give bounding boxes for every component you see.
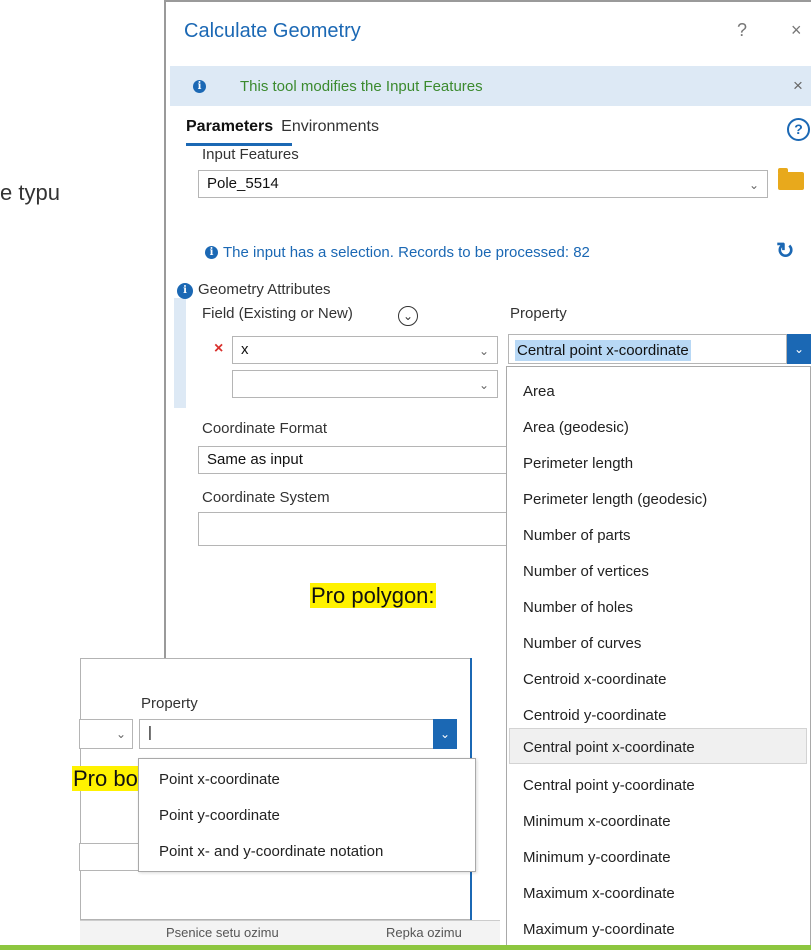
close-button[interactable]: × xyxy=(791,20,802,41)
help-circle-icon[interactable]: ? xyxy=(787,118,810,141)
dropdown-option[interactable]: Maximum x-coordinate xyxy=(523,885,675,902)
help-button[interactable]: ? xyxy=(737,20,747,41)
dropdown-option[interactable]: Perimeter length (geodesic) xyxy=(523,491,707,508)
slide-partial-text: e typu xyxy=(0,180,60,205)
chevron-down-icon[interactable]: ⌄ xyxy=(479,344,489,358)
geometry-attributes-label: Geometry Attributes xyxy=(198,281,331,298)
dropdown-option[interactable]: Area (geodesic) xyxy=(523,419,629,436)
chevron-down-circle-icon[interactable]: ⌄ xyxy=(398,306,418,326)
footer-accent-line xyxy=(0,945,811,950)
chevron-down-icon[interactable]: ⌄ xyxy=(749,178,759,192)
geometry-attributes-indicator xyxy=(174,298,186,408)
dropdown-option[interactable]: Perimeter length xyxy=(523,455,633,472)
field-input-row2[interactable]: ⌄ xyxy=(232,370,498,398)
column-header: Repka ozimu xyxy=(386,925,462,940)
field-input-partial[interactable]: ⌄ xyxy=(79,719,133,749)
chevron-down-icon[interactable]: ⌄ xyxy=(116,727,126,741)
remove-row-icon[interactable]: × xyxy=(214,340,223,358)
coordinate-format-label: Coordinate Format xyxy=(202,420,328,437)
dropdown-option[interactable]: Minimum y-coordinate xyxy=(523,849,671,866)
dropdown-option[interactable]: Number of holes xyxy=(523,599,633,616)
dropdown-option[interactable]: Area xyxy=(523,383,555,400)
info-close-icon[interactable]: × xyxy=(793,76,803,96)
polygon-property-dropdown[interactable]: Area Area (geodesic) Perimeter length Pe… xyxy=(506,366,811,950)
info-icon: i xyxy=(205,246,218,259)
coordinate-system-label: Coordinate System xyxy=(202,489,330,506)
point-property-dropdown[interactable]: Point x-coordinate Point y-coordinate Po… xyxy=(138,758,476,872)
tab-bar: Parameters Environments xyxy=(186,118,379,136)
info-icon: i xyxy=(177,283,193,299)
dropdown-option[interactable]: Centroid x-coordinate xyxy=(523,671,666,688)
input-features-label: Input Features xyxy=(202,146,299,163)
dropdown-option[interactable]: Point x-coordinate xyxy=(159,771,280,788)
field-column-header: Field (Existing or New) xyxy=(202,305,353,322)
property-select-point[interactable]: | xyxy=(139,719,435,749)
field-input-row1[interactable]: x ⌄ xyxy=(232,336,498,364)
chevron-down-icon[interactable]: ⌄ xyxy=(433,719,457,749)
dropdown-option[interactable]: Number of vertices xyxy=(523,563,649,580)
property-column-header: Property xyxy=(141,695,198,712)
coordinate-format-select[interactable]: Same as input xyxy=(198,446,508,474)
info-bar-text: This tool modifies the Input Features xyxy=(240,78,483,95)
folder-icon[interactable] xyxy=(778,168,804,190)
coordinate-system-field[interactable] xyxy=(198,512,508,546)
info-icon: i xyxy=(193,80,206,93)
dialog-title: Calculate Geometry xyxy=(184,20,361,42)
column-header: Psenice setu ozimu xyxy=(166,925,279,940)
dropdown-option[interactable]: Central point y-coordinate xyxy=(523,777,695,794)
dropdown-option[interactable]: Number of parts xyxy=(523,527,631,544)
selection-note: The input has a selection. Records to be… xyxy=(223,244,590,261)
table-header-partial: Psenice setu ozimu Repka ozimu xyxy=(80,920,500,947)
dropdown-option[interactable]: Maximum y-coordinate xyxy=(523,921,675,938)
dropdown-option[interactable]: Central point x-coordinate xyxy=(523,739,695,756)
property-select-row1[interactable]: Central point x-coordinate xyxy=(508,334,787,364)
input-features-field[interactable]: Pole_5514 ⌄ xyxy=(198,170,768,198)
partial-field[interactable] xyxy=(79,843,139,871)
dropdown-option[interactable]: Point x- and y-coordinate notation xyxy=(159,843,383,860)
chevron-down-icon[interactable]: ⌄ xyxy=(787,334,811,364)
tab-environments[interactable]: Environments xyxy=(281,118,379,135)
chevron-down-icon[interactable]: ⌄ xyxy=(479,378,489,392)
refresh-icon[interactable]: ↻ xyxy=(776,238,794,264)
dropdown-option[interactable]: Point y-coordinate xyxy=(159,807,280,824)
dropdown-option[interactable]: Number of curves xyxy=(523,635,641,652)
dropdown-option[interactable]: Centroid y-coordinate xyxy=(523,707,666,724)
dropdown-option[interactable]: Minimum x-coordinate xyxy=(523,813,671,830)
tab-parameters[interactable]: Parameters xyxy=(186,118,273,135)
polygon-label: Pro polygon: xyxy=(310,583,436,608)
property-column-header: Property xyxy=(510,305,567,322)
